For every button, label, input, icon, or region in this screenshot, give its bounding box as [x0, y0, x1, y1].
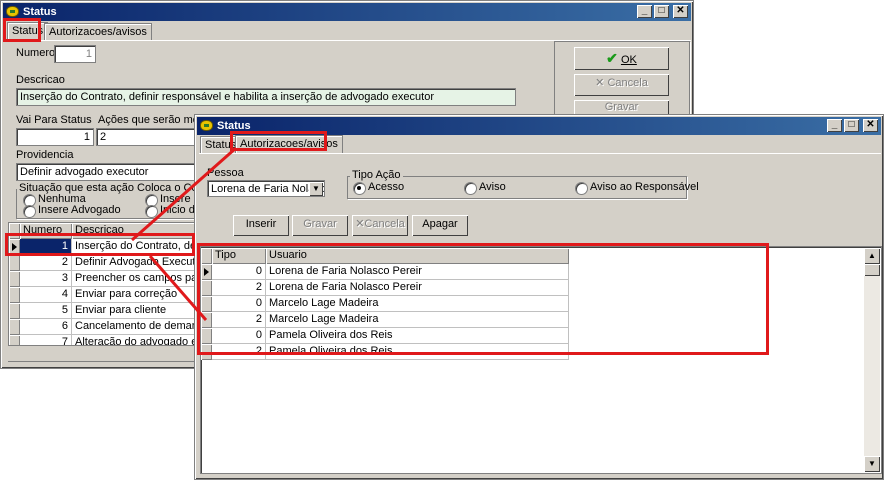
table-cell-descricao[interactable]: Preencher os campos para in [72, 271, 197, 287]
maximize-button[interactable]: □ [654, 5, 669, 18]
minimize-button[interactable]: _ [637, 5, 652, 18]
front-title-bar[interactable]: Status _ □ ✕ [197, 117, 881, 135]
back-cancela-label: Cancela [607, 77, 648, 89]
pessoa-combo-value: Lorena de Faria Nolasco F [211, 183, 324, 195]
back-tab-autorizacoes[interactable]: Autorizacoes/avisos [44, 23, 152, 41]
app-icon [200, 120, 213, 131]
back-tab-status[interactable]: Status [7, 22, 49, 41]
table-cell-usuario[interactable]: Marcelo Lage Madeira [266, 296, 569, 312]
x-icon: ✕ [595, 77, 605, 89]
ok-button[interactable]: ✔ OK [574, 47, 669, 70]
table-cell-descricao[interactable]: Enviar para cliente [72, 303, 197, 319]
tab-separator [199, 153, 881, 154]
scroll-down-icon[interactable]: ▼ [864, 456, 880, 472]
table-cell-descricao[interactable]: Inserção do Contrato, definir [72, 239, 197, 255]
row-indicator [201, 296, 212, 312]
scroll-up-icon[interactable]: ▲ [864, 248, 880, 264]
table-cell-numero[interactable]: 1 [20, 239, 72, 255]
apagar-button[interactable]: Apagar [412, 215, 468, 236]
grid-header-numero[interactable]: Numero [20, 223, 72, 239]
table-cell-numero[interactable]: 7 [20, 335, 72, 345]
table-cell-usuario[interactable]: Pamela Oliveira dos Reis [266, 328, 569, 344]
table-cell-descricao[interactable]: Alteração do advogado execu [72, 335, 197, 345]
front-status-window: Status _ □ ✕ Status Autorizacoes/avisos … [194, 114, 884, 480]
descricao-field[interactable]: Inserção do Contrato, definir responsáve… [16, 88, 516, 106]
vai-para-field[interactable]: 1 [16, 128, 94, 146]
row-indicator [9, 303, 20, 319]
grid-header-tipo[interactable]: Tipo [212, 248, 266, 264]
table-cell-numero[interactable]: 3 [20, 271, 72, 287]
row-indicator [201, 312, 212, 328]
autorizacoes-grid[interactable]: Tipo Usuario 0 Lorena de Faria Nolasco Pe… [200, 246, 882, 474]
scroll-thumb[interactable] [864, 264, 880, 276]
table-cell-tipo[interactable]: 0 [212, 328, 266, 344]
table-cell-usuario[interactable]: Lorena de Faria Nolasco Pereir [266, 264, 569, 280]
row-indicator [201, 280, 212, 296]
table-cell-tipo[interactable]: 0 [212, 264, 266, 280]
table-cell-tipo[interactable]: 2 [212, 344, 266, 360]
row-indicator [9, 239, 20, 255]
table-cell-tipo[interactable]: 2 [212, 280, 266, 296]
table-cell-descricao[interactable]: Definir Advogado Executor [72, 255, 197, 271]
radio-aviso[interactable]: Aviso [464, 181, 506, 195]
pessoa-combo[interactable]: Lorena de Faria Nolasco F ▼ [207, 180, 325, 197]
table-cell-usuario[interactable]: Pamela Oliveira dos Reis [266, 344, 569, 360]
grid-indicator-header [201, 248, 212, 264]
row-indicator [201, 328, 212, 344]
vai-para-label: Vai Para Status [16, 114, 92, 126]
ok-label: OK [620, 54, 637, 66]
row-indicator [9, 335, 20, 345]
app-icon [6, 6, 19, 17]
grid-scrollbar[interactable]: ▲ ▼ [864, 248, 880, 472]
radio-insere-advogado[interactable]: Insere Advogado [23, 204, 121, 218]
tipo-acao-label: Tipo Ação [350, 169, 403, 181]
minimize-button[interactable]: _ [827, 119, 842, 132]
providencia-field[interactable]: Definir advogado executor [16, 163, 196, 181]
back-window-title: Status [23, 6, 57, 18]
close-button[interactable]: ✕ [863, 119, 878, 132]
table-cell-descricao[interactable]: Enviar para correção [72, 287, 197, 303]
maximize-button[interactable]: □ [844, 119, 859, 132]
grid-header-usuario[interactable]: Usuario [266, 248, 569, 264]
front-tab-autorizacoes[interactable]: Autorizacoes/avisos [235, 135, 343, 154]
grid-header-descricao[interactable]: Descricao [72, 223, 197, 239]
table-cell-numero[interactable]: 2 [20, 255, 72, 271]
inserir-button[interactable]: Inserir [233, 215, 289, 236]
row-indicator [9, 319, 20, 335]
radio-inicio-da[interactable]: Inicio da [145, 204, 201, 218]
chevron-down-icon[interactable]: ▼ [309, 182, 323, 196]
back-cancela-button[interactable]: ✕ Cancela [574, 74, 669, 96]
descricao-label: Descricao [16, 74, 65, 86]
table-cell-numero[interactable]: 5 [20, 303, 72, 319]
row-indicator [201, 264, 212, 280]
row-indicator [9, 287, 20, 303]
providencia-label: Providencia [16, 149, 74, 161]
cancela-button[interactable]: ✕Cancela [352, 215, 408, 236]
table-cell-numero[interactable]: 6 [20, 319, 72, 335]
row-indicator [9, 255, 20, 271]
row-indicator [9, 271, 20, 287]
back-status-grid[interactable]: Numero Descricao 1 Inserção do Contrato, … [8, 222, 198, 346]
table-cell-usuario[interactable]: Lorena de Faria Nolasco Pereir [266, 280, 569, 296]
numero-field[interactable]: 1 [54, 45, 96, 63]
check-icon: ✔ [606, 50, 618, 66]
table-cell-usuario[interactable]: Marcelo Lage Madeira [266, 312, 569, 328]
table-cell-tipo[interactable]: 2 [212, 312, 266, 328]
table-cell-descricao[interactable]: Cancelamento de demanda [72, 319, 197, 335]
back-title-bar[interactable]: Status _ □ ✕ [3, 3, 691, 21]
row-indicator [201, 344, 212, 360]
numero-label: Numero [16, 47, 56, 59]
gravar-button[interactable]: Gravar [292, 215, 348, 236]
table-cell-numero[interactable]: 4 [20, 287, 72, 303]
radio-aviso-responsavel[interactable]: Aviso ao Responsável [575, 181, 699, 195]
close-button[interactable]: ✕ [673, 5, 688, 18]
cancela-label: Cancela [364, 218, 405, 230]
radio-acesso[interactable]: Acesso [353, 181, 404, 195]
bottom-line [8, 361, 196, 362]
pessoa-label: Pessoa [207, 167, 244, 179]
acoes-field[interactable]: 2 [96, 128, 196, 146]
table-cell-tipo[interactable]: 0 [212, 296, 266, 312]
front-window-title: Status [217, 120, 251, 132]
grid-indicator-header [9, 223, 20, 239]
